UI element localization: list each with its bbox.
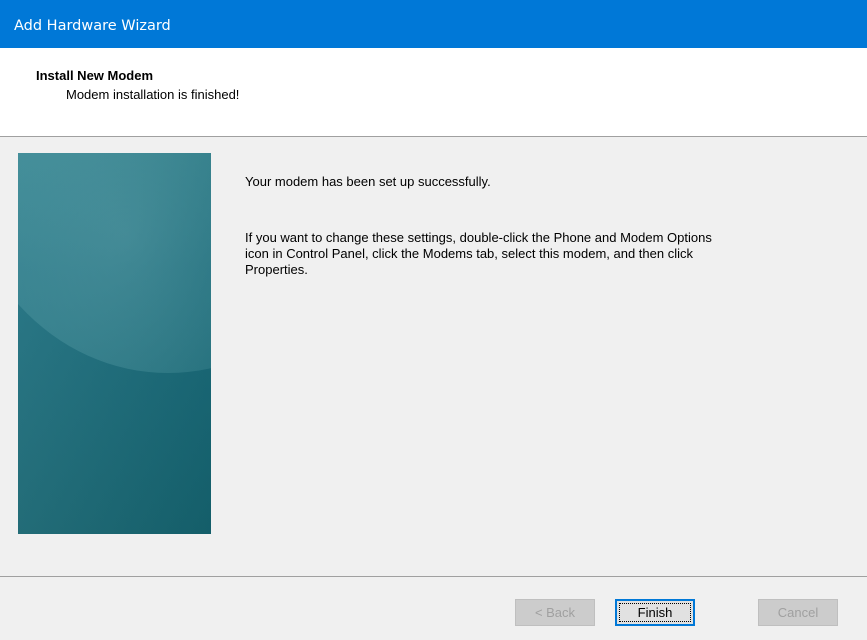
wizard-page-subtitle: Modem installation is finished! [66, 87, 240, 102]
wizard-header: Install New Modem Modem installation is … [0, 48, 867, 136]
finish-button[interactable]: Finish [615, 599, 695, 626]
wizard-side-banner [18, 153, 211, 534]
header-divider [0, 136, 867, 137]
window-titlebar[interactable]: Add Hardware Wizard [0, 0, 867, 48]
focus-rectangle [619, 603, 691, 622]
footer-divider [0, 576, 867, 577]
back-button-label: < Back [534, 605, 576, 620]
window-title: Add Hardware Wizard [14, 18, 171, 34]
cancel-button-label: Cancel [777, 605, 819, 620]
instructions-message: If you want to change these settings, do… [245, 230, 712, 277]
cancel-button[interactable]: Cancel [758, 599, 838, 626]
success-message: Your modem has been set up successfully. [245, 174, 491, 189]
wizard-page-title: Install New Modem [36, 68, 154, 83]
back-button[interactable]: < Back [515, 599, 595, 626]
